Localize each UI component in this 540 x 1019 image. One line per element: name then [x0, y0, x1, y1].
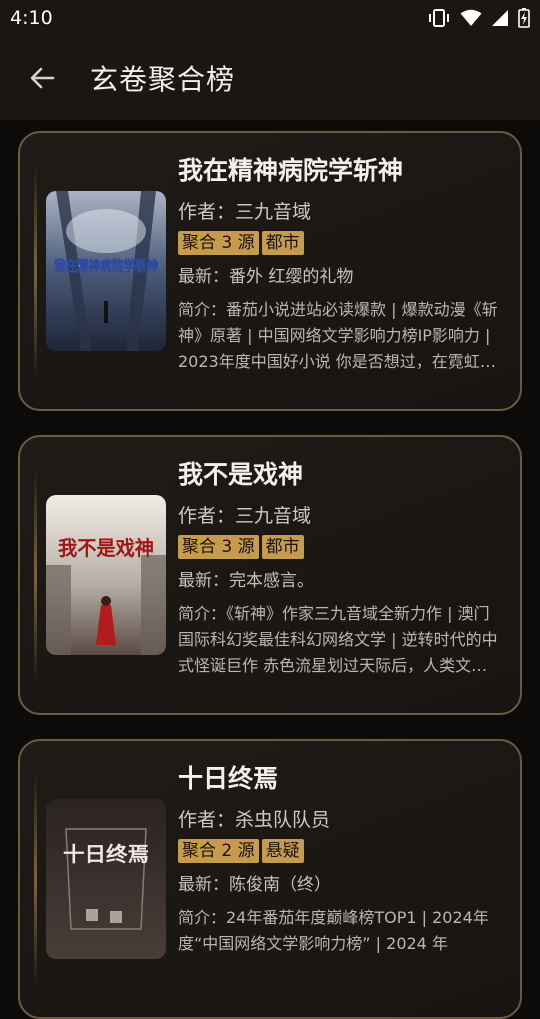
latest-chapter: 最新：完本感言。	[178, 571, 314, 591]
latest-chapter: 最新：番外 红缨的礼物	[178, 267, 354, 287]
page-title: 玄卷聚合榜	[90, 63, 236, 96]
book-author: 作者：三九音域	[178, 505, 312, 527]
book-card[interactable]: 我在精神病院学斩神 我在精神病院学斩神 作者：三九音域 聚合 3 源 都市 最新…	[18, 131, 522, 411]
genre-badge: 悬疑	[261, 839, 304, 863]
svg-text:十日终焉: 十日终焉	[63, 842, 149, 866]
book-intro: 简介：《斩神》作家三九音域全新力作 | 澳门国际科幻奖最佳科幻网络文学 | 逆转…	[178, 604, 498, 675]
svg-text:我不是戏神: 我不是戏神	[58, 536, 154, 560]
book-tags: 聚合 3 源 都市	[178, 231, 502, 255]
book-intro: 简介：24年番茄年度巅峰榜TOP1 | 2024年度“中国网络文学影响力榜” |…	[178, 908, 489, 953]
svg-text:我在精神病院学斩神: 我在精神病院学斩神	[54, 258, 158, 275]
book-card[interactable]: 我不是戏神 我不是戏神 作者：三九音域 聚合 3 源 都市 最新：完本感言。 简…	[18, 435, 522, 715]
genre-badge: 都市	[261, 231, 304, 255]
genre-badge: 都市	[261, 535, 304, 559]
book-title: 十日终焉	[178, 764, 279, 793]
signal-icon	[492, 10, 508, 26]
book-cover: 我在精神病院学斩神	[46, 191, 166, 351]
book-author: 作者：三九音域	[178, 201, 312, 223]
status-time: 4:10	[10, 7, 53, 29]
book-title: 我在精神病院学斩神	[178, 156, 404, 185]
book-card[interactable]: 十日终焉 十日终焉 作者：杀虫队队员 聚合 2 源 悬疑 最新：陈俊南（终） 简…	[18, 739, 522, 1019]
arrow-left-icon	[30, 67, 55, 89]
book-title: 我不是戏神	[178, 460, 304, 489]
book-info: 我在精神病院学斩神 作者：三九音域 聚合 3 源 都市 最新：番外 红缨的礼物 …	[178, 155, 502, 375]
book-intro: 简介：番茄小说进站必读爆款 | 爆款动漫《斩神》原著 | 中国网络文学影响力榜I…	[178, 300, 498, 371]
book-author: 作者：杀虫队队员	[178, 809, 331, 831]
vibrate-icon	[429, 9, 449, 27]
wifi-icon	[460, 9, 482, 26]
book-info: 十日终焉 作者：杀虫队队员 聚合 2 源 悬疑 最新：陈俊南（终） 简介：24年…	[178, 763, 502, 957]
source-count-badge: 聚合 3 源	[178, 231, 259, 255]
back-button[interactable]	[20, 56, 64, 100]
status-bar: 4:10	[0, 0, 540, 36]
battery-icon	[518, 8, 530, 28]
book-info: 我不是戏神 作者：三九音域 聚合 3 源 都市 最新：完本感言。 简介：《斩神》…	[178, 459, 502, 679]
book-cover: 十日终焉	[46, 799, 166, 959]
latest-chapter: 最新：陈俊南（终）	[178, 875, 331, 895]
book-tags: 聚合 2 源 悬疑	[178, 839, 502, 863]
book-tags: 聚合 3 源 都市	[178, 535, 502, 559]
status-icons	[427, 8, 530, 28]
app-bar: 玄卷聚合榜	[0, 36, 540, 120]
book-cover: 我不是戏神	[46, 495, 166, 655]
source-count-badge: 聚合 3 源	[178, 535, 259, 559]
source-count-badge: 聚合 2 源	[178, 839, 259, 863]
